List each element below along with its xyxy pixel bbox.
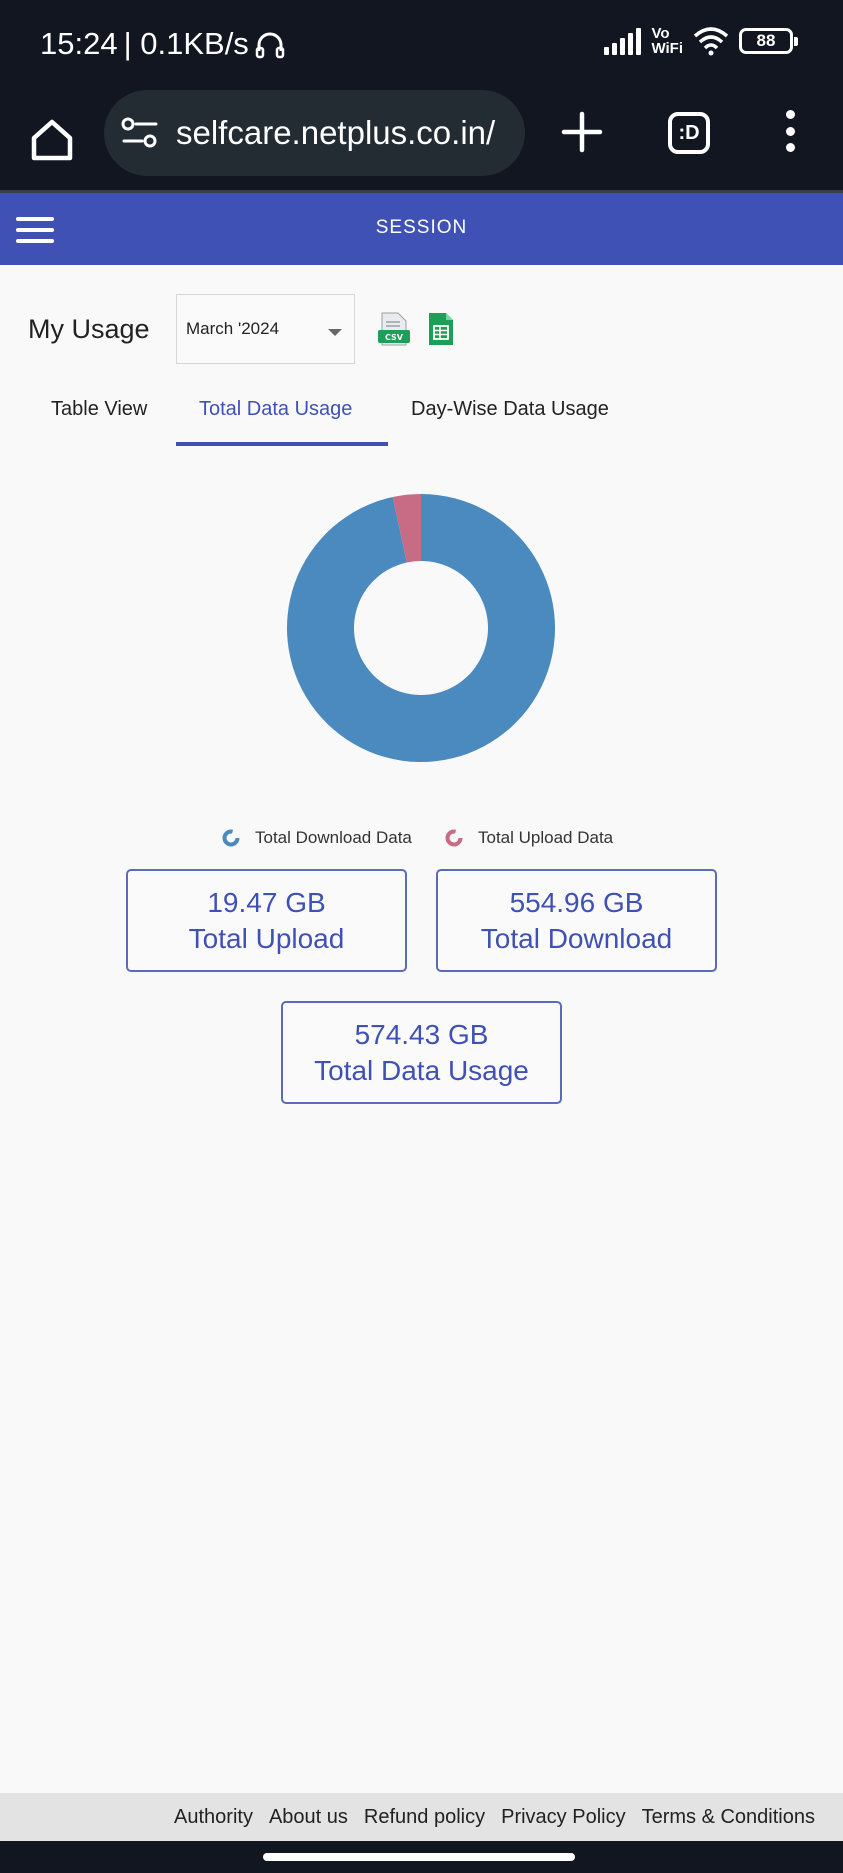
wifi-icon	[693, 27, 729, 56]
status-left: 15:24 | 0.1KB/s	[40, 26, 285, 62]
dropdown-caret-icon	[328, 329, 342, 336]
vowifi-indicator: Vo WiFi	[651, 26, 683, 56]
legend-upload[interactable]: Total Upload Data	[444, 828, 613, 848]
legend-upload-icon	[445, 829, 463, 847]
usage-donut-chart	[287, 494, 555, 762]
total-download-label: Total Download	[480, 923, 673, 954]
status-bar: 15:24 | 0.1KB/s Vo WiFi 88	[0, 0, 843, 96]
month-dropdown[interactable]: March '2024	[176, 294, 355, 364]
legend-upload-label: Total Upload Data	[478, 828, 614, 847]
status-right: Vo WiFi 88	[604, 26, 798, 56]
page-title: SESSION	[375, 217, 468, 238]
total-upload-label: Total Upload	[188, 923, 345, 954]
footer-link-authority[interactable]: Authority	[174, 1806, 253, 1829]
address-bar[interactable]: selfcare.netplus.co.in/	[104, 90, 525, 176]
app-header: SESSION	[0, 193, 843, 265]
footer-link-terms[interactable]: Terms & Conditions	[642, 1806, 815, 1829]
battery-icon: 88	[739, 28, 798, 54]
my-usage-label: My Usage	[28, 314, 150, 344]
csv-icon-text: CSV	[385, 333, 404, 342]
total-download-value: 554.96 GB	[509, 887, 644, 918]
footer-link-privacy-policy[interactable]: Privacy Policy	[501, 1806, 625, 1829]
total-data-usage-card: 574.43 GB Total Data Usage	[281, 1001, 562, 1104]
footer-link-about-us[interactable]: About us	[269, 1806, 348, 1829]
tab-table-view[interactable]: Table View	[51, 398, 147, 421]
home-icon[interactable]	[26, 114, 78, 166]
site-settings-icon[interactable]	[120, 113, 160, 153]
vowifi-bottom: WiFi	[651, 40, 683, 57]
battery-level: 88	[756, 31, 776, 50]
total-upload-value: 19.47 GB	[207, 887, 326, 918]
url-text[interactable]: selfcare.netplus.co.in/	[176, 114, 495, 152]
csv-export-icon[interactable]: CSV	[378, 312, 410, 346]
legend-download-label: Total Download Data	[255, 828, 412, 847]
new-tab-icon[interactable]	[560, 110, 604, 154]
more-options-icon[interactable]	[782, 110, 798, 152]
system-nav-bar	[0, 1841, 843, 1873]
spreadsheet-export-icon[interactable]	[428, 312, 454, 346]
browser-toolbar: selfcare.netplus.co.in/ :D	[0, 90, 843, 193]
home-gesture-bar[interactable]	[263, 1853, 575, 1861]
total-download-card: 554.96 GB Total Download	[436, 869, 717, 972]
footer-link-refund-policy[interactable]: Refund policy	[364, 1806, 485, 1829]
signal-icon	[604, 27, 642, 55]
tab-switcher-label: :D	[678, 121, 700, 144]
status-speed: | 0.1KB/s	[123, 26, 249, 61]
tab-day-wise-data-usage[interactable]: Day-Wise Data Usage	[411, 398, 609, 421]
status-time: 15:24	[40, 26, 118, 61]
legend-download-icon	[222, 829, 240, 847]
total-data-usage-value: 574.43 GB	[354, 1019, 489, 1050]
total-upload-card: 19.47 GB Total Upload	[126, 869, 407, 972]
active-tab-indicator	[176, 442, 388, 446]
month-value: March '2024	[186, 319, 280, 338]
tab-total-data-usage[interactable]: Total Data Usage	[199, 398, 352, 421]
legend-download[interactable]: Total Download Data	[221, 828, 412, 848]
total-data-usage-label: Total Data Usage	[314, 1055, 529, 1086]
footer: Authority About us Refund policy Privacy…	[0, 1793, 843, 1841]
headphones-icon	[255, 32, 285, 59]
vowifi-top: Vo	[651, 25, 670, 42]
tab-switcher-button[interactable]: :D	[668, 112, 710, 154]
